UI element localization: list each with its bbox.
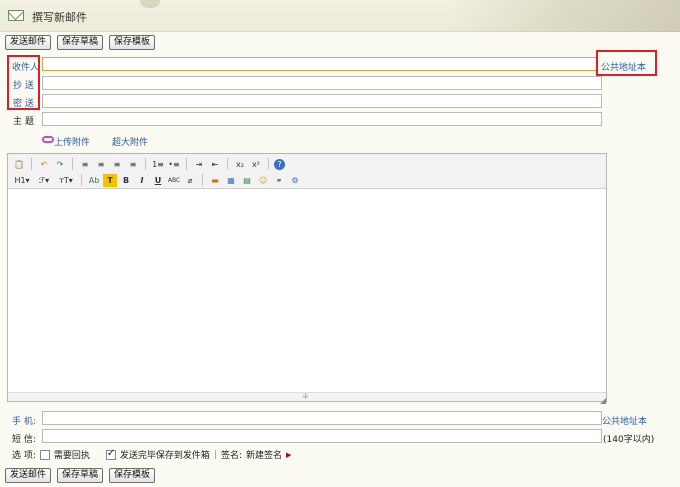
corner-resize-icon[interactable]: ◢	[600, 396, 606, 405]
table-icon[interactable]: ▦	[224, 174, 238, 187]
toolbar-separator	[72, 158, 73, 170]
link-icon[interactable]: ⚭	[272, 174, 286, 187]
editor-resize-bar[interactable]: ⁜	[8, 392, 606, 401]
toolbar-row-1: 📋 ↶ ↷ ≡ ≡ ≡ ≡ 1≡ •≡ ⇥ ⇤ x₂ x² ?	[12, 157, 285, 171]
strikethrough-icon[interactable]: ABC	[167, 174, 181, 187]
underline-icon[interactable]: U	[151, 174, 165, 187]
toolbar-separator	[31, 158, 32, 170]
signature-label: 签名:	[220, 451, 243, 461]
options-divider: |	[213, 449, 217, 460]
address-book-highlight	[596, 50, 657, 76]
save-sent-label[interactable]: 发送完毕保存到发件箱	[120, 448, 210, 461]
bottom-button-bar: 发送邮件 保存草稿 保存模板	[5, 468, 156, 484]
signature-select[interactable]: 新建签名	[246, 448, 282, 461]
horizontal-rule-icon[interactable]: ▬	[208, 174, 222, 187]
toolbar-separator	[81, 174, 82, 186]
editor-toolbar: 📋 ↶ ↷ ≡ ≡ ≡ ≡ 1≡ •≡ ⇥ ⇤ x₂ x² ? H1▾ ℱ▾ т…	[8, 154, 606, 189]
redo-icon[interactable]: ↷	[53, 158, 67, 171]
mobile-input[interactable]	[42, 411, 602, 425]
font-family-dropdown[interactable]: ℱ▾	[34, 174, 54, 187]
caret-right-icon[interactable]: ▶	[286, 451, 291, 459]
page-title: 撰写新邮件	[32, 11, 87, 24]
font-size-dropdown[interactable]: тT▾	[56, 174, 76, 187]
save-template-button-bottom[interactable]: 保存模板	[109, 468, 156, 483]
help-icon[interactable]: ?	[274, 158, 285, 170]
receipt-checkbox[interactable]	[39, 449, 50, 460]
superscript-icon[interactable]: x²	[249, 158, 263, 171]
upload-attachment-link[interactable]: 上传附件	[54, 135, 90, 148]
align-right-icon[interactable]: ≡	[110, 158, 124, 171]
save-draft-button[interactable]: 保存草稿	[57, 35, 104, 50]
envelope-icon	[8, 10, 24, 21]
send-button-bottom[interactable]: 发送邮件	[5, 468, 52, 483]
options-label: 选 项:	[12, 451, 36, 461]
clear-format-icon[interactable]: ⌀	[183, 174, 197, 187]
toolbar-separator	[202, 174, 203, 186]
outdent-icon[interactable]: ⇤	[208, 158, 222, 171]
subject-label: 主 题	[13, 117, 34, 127]
heading-dropdown[interactable]: H1▾	[12, 174, 32, 187]
mobile-label: 手 机:	[12, 417, 36, 427]
header-decoration	[450, 0, 680, 32]
receipt-label[interactable]: 需要回执	[54, 448, 90, 461]
text-color-icon[interactable]: Ab	[87, 174, 101, 187]
toolbar-row-2: H1▾ ℱ▾ тT▾ Ab T B I U ABC ⌀ ▬ ▦ ▤ ☺ ⚭ ⚙	[12, 173, 302, 187]
sms-input[interactable]	[42, 429, 602, 443]
toolbar-separator	[145, 158, 146, 170]
insert-image-icon[interactable]: ▤	[240, 174, 254, 187]
toolbar-separator	[227, 158, 228, 170]
align-center-icon[interactable]: ≡	[94, 158, 108, 171]
bcc-input[interactable]	[42, 94, 602, 108]
indent-icon[interactable]: ⇥	[192, 158, 206, 171]
save-draft-button-bottom[interactable]: 保存草稿	[57, 468, 104, 483]
highlight-color-icon[interactable]: T	[103, 173, 117, 187]
subject-input[interactable]	[42, 112, 602, 126]
paste-icon[interactable]: 📋	[12, 158, 26, 171]
undo-icon[interactable]: ↶	[37, 158, 51, 171]
resize-grip-icon[interactable]: ⁜	[302, 393, 309, 401]
paperclip-icon	[42, 136, 54, 143]
recipient-labels-highlight	[7, 55, 40, 110]
toolbar-separator	[268, 158, 269, 170]
ordered-list-icon[interactable]: 1≡	[151, 158, 165, 171]
bold-icon[interactable]: B	[119, 174, 133, 187]
sms-limit-text: (140字以内)	[603, 435, 655, 445]
unordered-list-icon[interactable]: •≡	[167, 158, 181, 171]
toolbar-separator	[186, 158, 187, 170]
rich-text-editor: 📋 ↶ ↷ ≡ ≡ ≡ ≡ 1≡ •≡ ⇥ ⇤ x₂ x² ? H1▾ ℱ▾ т…	[7, 153, 607, 402]
emoticon-icon[interactable]: ☺	[256, 174, 270, 187]
save-sent-checkbox[interactable]	[105, 448, 116, 460]
window-header: 撰写新邮件	[0, 0, 680, 32]
save-template-button[interactable]: 保存模板	[109, 35, 156, 50]
justify-icon[interactable]: ≡	[126, 158, 140, 171]
subscript-icon[interactable]: x₂	[233, 158, 247, 171]
italic-icon[interactable]: I	[135, 174, 149, 187]
editor-content-area[interactable]	[8, 190, 606, 392]
top-button-bar: 发送邮件 保存草稿 保存模板	[5, 35, 156, 51]
header-ornament	[140, 0, 160, 8]
align-left-icon[interactable]: ≡	[78, 158, 92, 171]
settings-icon[interactable]: ⚙	[288, 174, 302, 187]
options-row: 选 项: 需要回执 发送完毕保存到发件箱 | 签名: 新建签名 ▶	[12, 448, 291, 462]
sms-label: 短 信:	[12, 435, 36, 445]
cc-input[interactable]	[42, 76, 602, 90]
mobile-address-book-link[interactable]: 公共地址本	[602, 414, 647, 427]
send-button[interactable]: 发送邮件	[5, 35, 52, 50]
large-attachment-link[interactable]: 超大附件	[112, 135, 148, 148]
to-input[interactable]	[42, 57, 597, 71]
